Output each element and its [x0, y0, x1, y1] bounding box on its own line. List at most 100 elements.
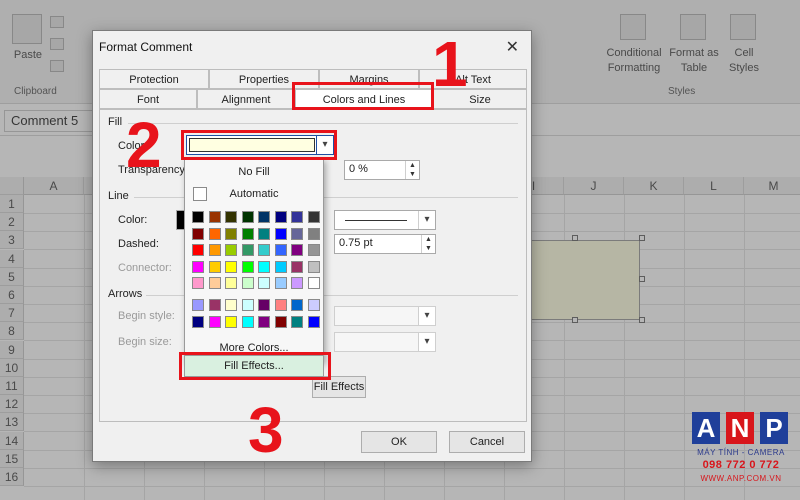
step-2-label: 2: [126, 109, 162, 181]
color-swatch[interactable]: [225, 211, 237, 223]
color-swatch[interactable]: [291, 211, 303, 223]
spin-down-icon[interactable]: ▼: [405, 170, 419, 179]
color-swatch[interactable]: [225, 260, 237, 273]
tab-font[interactable]: Font: [99, 89, 197, 109]
chevron-down-icon[interactable]: ▾: [418, 307, 435, 325]
color-swatch[interactable]: [192, 299, 204, 311]
line-style-combo[interactable]: ▾: [334, 210, 436, 230]
color-swatch[interactable]: [192, 211, 204, 223]
color-swatch[interactable]: [307, 211, 320, 223]
color-swatch[interactable]: [208, 260, 221, 273]
color-swatch[interactable]: [208, 315, 221, 328]
color-swatch[interactable]: [291, 299, 303, 311]
color-swatch[interactable]: [307, 227, 320, 240]
color-swatch[interactable]: [258, 277, 270, 289]
spin-up-icon[interactable]: ▲: [421, 235, 435, 244]
tab-alignment[interactable]: Alignment: [197, 89, 295, 109]
line-color-label: Color:: [118, 214, 148, 226]
begin-style-label: Begin style:: [118, 310, 175, 322]
highlight-fill-color-combo: [181, 130, 337, 160]
watermark-tagline: MÁY TÍNH - CAMERA: [697, 448, 785, 457]
cancel-button[interactable]: Cancel: [449, 431, 525, 453]
logo-letter-n: N: [726, 412, 754, 444]
color-swatch[interactable]: [225, 299, 237, 311]
color-swatch[interactable]: [258, 244, 270, 256]
color-swatch[interactable]: [208, 211, 221, 223]
color-swatch[interactable]: [241, 299, 254, 311]
step-3-label: 3: [248, 394, 284, 466]
chevron-down-icon[interactable]: ▾: [418, 333, 435, 351]
close-icon[interactable]: ✕: [506, 37, 519, 57]
color-swatch[interactable]: [307, 299, 320, 311]
color-swatch[interactable]: [208, 299, 221, 311]
color-swatch[interactable]: [192, 277, 204, 289]
weight-value: 0.75 pt: [339, 237, 373, 249]
color-swatch[interactable]: [225, 244, 237, 256]
color-swatch[interactable]: [258, 299, 270, 311]
color-swatch[interactable]: [307, 260, 320, 273]
color-swatch[interactable]: [208, 244, 221, 256]
color-swatch[interactable]: [225, 227, 237, 240]
color-swatch[interactable]: [192, 315, 204, 328]
color-dropdown: No Fill Automatic More Colors...: [184, 158, 324, 362]
begin-size-label: Begin size:: [118, 336, 172, 348]
color-swatch[interactable]: [307, 315, 320, 328]
automatic-swatch: [193, 187, 207, 201]
color-swatch[interactable]: [258, 315, 270, 328]
spin-down-icon[interactable]: ▼: [421, 244, 435, 253]
color-swatch[interactable]: [241, 227, 254, 240]
automatic-option[interactable]: Automatic: [185, 183, 323, 205]
color-swatch[interactable]: [225, 315, 237, 328]
color-swatch[interactable]: [274, 277, 287, 289]
color-swatch[interactable]: [274, 244, 287, 256]
color-swatch[interactable]: [274, 260, 287, 273]
color-swatch[interactable]: [192, 244, 204, 256]
color-swatch[interactable]: [208, 277, 221, 289]
arrows-section-label: Arrows: [108, 288, 143, 300]
color-swatch[interactable]: [274, 299, 287, 311]
chevron-down-icon[interactable]: ▾: [418, 211, 435, 229]
color-swatch[interactable]: [241, 260, 254, 273]
end-size-combo[interactable]: ▾: [334, 332, 436, 352]
weight-spinner[interactable]: 0.75 pt ▲ ▼: [334, 234, 436, 254]
highlight-colors-and-lines-tab: [292, 82, 434, 110]
color-swatch[interactable]: [291, 227, 303, 240]
color-swatch[interactable]: [192, 260, 204, 273]
line-section-label: Line: [108, 190, 129, 202]
color-swatch[interactable]: [241, 211, 254, 223]
color-swatch[interactable]: [258, 211, 270, 223]
color-swatch[interactable]: [291, 260, 303, 273]
color-swatch[interactable]: [274, 315, 287, 328]
watermark-url: WWW.ANP.COM.VN: [700, 474, 782, 483]
spin-up-icon[interactable]: ▲: [405, 161, 419, 170]
color-swatch[interactable]: [274, 227, 287, 240]
color-swatch[interactable]: [258, 227, 270, 240]
color-swatch[interactable]: [241, 315, 254, 328]
tab-protection[interactable]: Protection: [99, 69, 209, 89]
color-swatch[interactable]: [192, 227, 204, 240]
color-swatch[interactable]: [225, 277, 237, 289]
color-swatch[interactable]: [241, 244, 254, 256]
connector-label: Connector:: [118, 262, 172, 274]
dashed-label: Dashed:: [118, 238, 159, 250]
step-1-label: 1: [432, 28, 468, 100]
automatic-label: Automatic: [229, 188, 279, 200]
color-swatch[interactable]: [291, 244, 303, 256]
color-swatch[interactable]: [241, 277, 254, 289]
anp-watermark: A N P MÁY TÍNH - CAMERA 098 772 0 772 WW…: [690, 412, 792, 488]
no-fill-option[interactable]: No Fill: [185, 161, 323, 183]
end-style-combo[interactable]: ▾: [334, 306, 436, 326]
color-swatch[interactable]: [258, 260, 270, 273]
dialog-title: Format Comment: [99, 40, 193, 54]
color-swatch[interactable]: [291, 277, 303, 289]
color-swatch[interactable]: [274, 211, 287, 223]
color-swatch[interactable]: [291, 315, 303, 328]
logo-letter-a: A: [692, 412, 720, 444]
transparency-spinner[interactable]: 0 % ▲ ▼: [344, 160, 420, 180]
watermark-phone: 098 772 0 772: [702, 459, 780, 471]
divider: [128, 123, 518, 124]
color-swatch[interactable]: [307, 277, 320, 289]
color-swatch[interactable]: [208, 227, 221, 240]
color-swatch[interactable]: [307, 244, 320, 256]
ok-button[interactable]: OK: [361, 431, 437, 453]
